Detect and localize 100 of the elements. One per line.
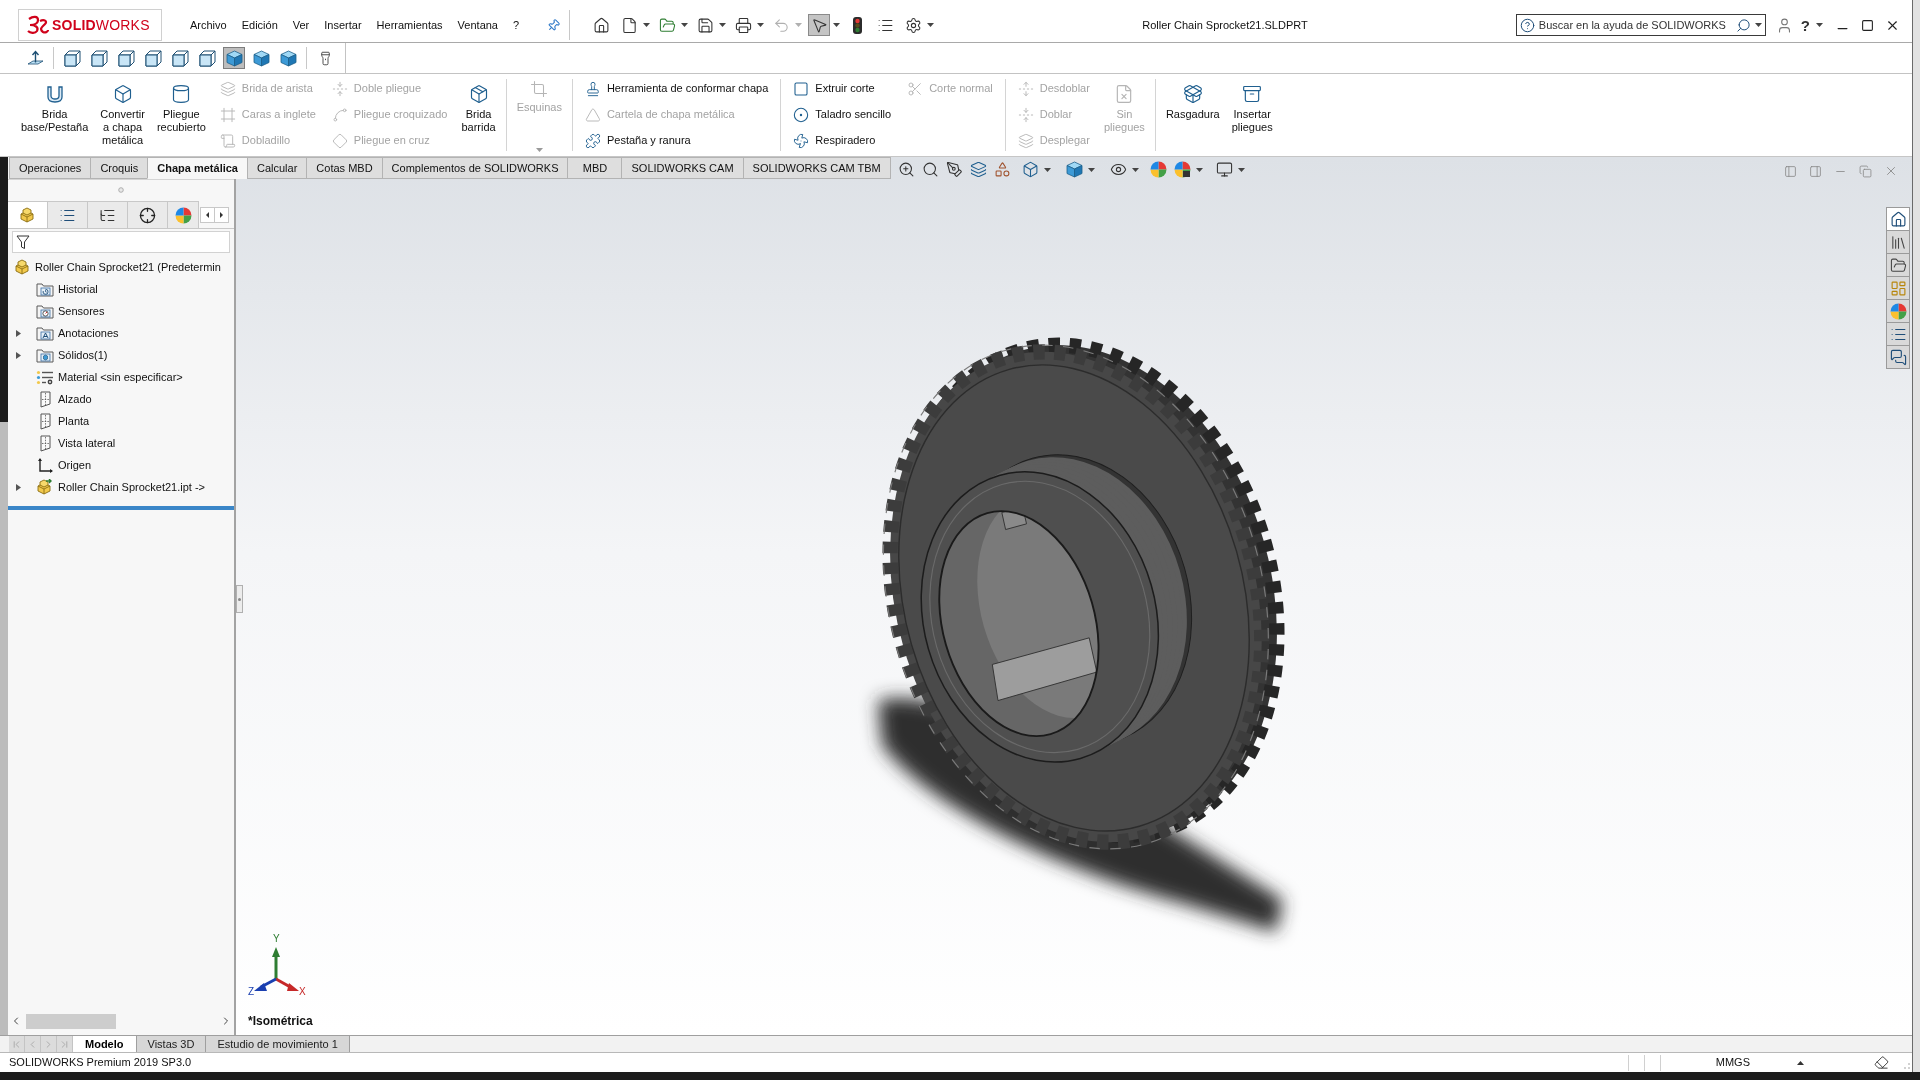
filter-icon[interactable]	[16, 234, 30, 250]
ribbon-button[interactable]: Respiradero	[793, 130, 892, 151]
sensor-folder-icon[interactable]	[35, 303, 54, 319]
resize-grip-icon[interactable]	[1903, 1062, 1910, 1069]
tree-item[interactable]: Sensores	[58, 302, 105, 320]
eraser-icon[interactable]	[1874, 1055, 1889, 1070]
printer-icon[interactable]	[734, 16, 752, 34]
command-tab[interactable]: MBD	[567, 157, 623, 179]
command-tab[interactable]: SOLIDWORKS CAM	[621, 157, 744, 179]
scene-ball-icon[interactable]	[1174, 161, 1191, 178]
ribbon-button[interactable]: Brida base/Pestaña	[15, 74, 95, 156]
ribbon-button[interactable]: Convertir a chapa metálica	[94, 74, 151, 156]
command-tab[interactable]: Chapa metálica	[147, 157, 248, 179]
ribbon-button[interactable]: Brida barrida	[455, 74, 502, 156]
menu-item[interactable]: Insertar	[324, 16, 362, 34]
package-icon[interactable]	[468, 84, 489, 104]
fan-icon[interactable]	[793, 132, 810, 149]
history-folder-icon[interactable]	[35, 281, 54, 297]
monitor-icon[interactable]	[1216, 161, 1233, 178]
ribbon-button[interactable]: Extruir corte	[793, 78, 892, 99]
traffic-light-icon[interactable]	[852, 16, 862, 34]
caret-right-icon[interactable]	[220, 212, 223, 218]
archive-box-icon[interactable]	[1242, 84, 1263, 104]
box-icon[interactable]	[1022, 161, 1039, 178]
caret-icon[interactable]	[643, 23, 651, 27]
tree-item[interactable]: Vista lateral	[58, 434, 116, 452]
menu-item[interactable]: ?	[513, 16, 520, 34]
magnifier-icon[interactable]	[922, 161, 939, 178]
caret-icon[interactable]	[1754, 23, 1762, 27]
panel-collapse-handle[interactable]	[236, 585, 243, 613]
expand-arrow-icon[interactable]	[16, 329, 22, 337]
caret-icon[interactable]	[757, 23, 765, 27]
tree-item[interactable]: Sólidos(1)	[58, 346, 108, 364]
caret-icon[interactable]	[1238, 167, 1245, 172]
help-button[interactable]: ?	[1800, 17, 1810, 33]
linked-part-icon[interactable]	[35, 479, 54, 495]
caret-icon[interactable]	[927, 23, 935, 27]
open-box-icon[interactable]	[1182, 84, 1203, 104]
caret-left-icon[interactable]	[206, 212, 209, 218]
menu-item[interactable]: Ver	[292, 16, 310, 34]
save-icon[interactable]	[696, 16, 714, 34]
shaded-cube-icon[interactable]	[1066, 161, 1083, 178]
command-tab[interactable]: Operaciones	[9, 157, 92, 179]
menu-item[interactable]: Edición	[241, 16, 278, 34]
panel-tab[interactable]	[48, 201, 88, 228]
maximize-icon[interactable]	[1861, 18, 1874, 32]
ribbon-button[interactable]: Rasgadura	[1159, 74, 1226, 156]
tree-item[interactable]: Planta	[58, 412, 90, 430]
command-tab[interactable]: Croquis	[90, 157, 149, 179]
menu-item[interactable]: Ventana	[457, 16, 498, 34]
eye-icon[interactable]	[1110, 161, 1127, 178]
box-icon[interactable]	[112, 84, 133, 104]
command-tab[interactable]: SOLIDWORKS CAM TBM	[742, 157, 891, 179]
units-button[interactable]: MMGS	[1715, 1054, 1750, 1071]
settings-icon[interactable]	[904, 16, 922, 34]
grip-dot-icon[interactable]	[238, 597, 241, 601]
puzzle-icon[interactable]	[584, 132, 601, 149]
stamp-icon[interactable]	[584, 80, 601, 97]
scrollbar-thumb[interactable]	[26, 1013, 116, 1029]
ribbon-button[interactable]: Pliegue recubierto	[150, 74, 212, 156]
folder-open-icon[interactable]	[658, 16, 676, 34]
color-wheel-icon[interactable]	[174, 206, 192, 224]
u-bracket-icon[interactable]	[44, 84, 65, 104]
model-tab[interactable]: Estudio de movimiento 1	[206, 1036, 350, 1052]
splitter-grip-icon[interactable]	[118, 187, 124, 193]
tree-item[interactable]: Origen	[58, 456, 92, 474]
tree-item[interactable]: Roller Chain Sprocket21 (Predetermin	[35, 258, 221, 276]
ribbon-button[interactable]: Taladro sencillo	[793, 104, 892, 125]
command-tab[interactable]: Complementos de SOLIDWORKS	[381, 157, 569, 179]
origin-icon[interactable]	[36, 456, 53, 474]
shapes-icon[interactable]	[994, 161, 1011, 178]
menu-item[interactable]: Herramientas	[376, 16, 443, 34]
layers-icon[interactable]	[970, 161, 987, 178]
caret-icon[interactable]	[719, 23, 727, 27]
caret-icon[interactable]	[1196, 167, 1203, 172]
cylinder-icon[interactable]	[171, 84, 192, 104]
tree-item[interactable]: Historial	[58, 280, 98, 298]
scroll-right-button[interactable]	[214, 207, 229, 223]
color-ball-icon[interactable]	[1150, 161, 1167, 178]
zoom-in-icon[interactable]	[898, 161, 915, 178]
tile-right-icon[interactable]	[1809, 164, 1822, 178]
ribbon-button[interactable]: Herramienta de conformar chapa	[584, 78, 769, 99]
caret-icon[interactable]	[1132, 167, 1139, 172]
pen-icon[interactable]	[946, 161, 963, 178]
panel-tab[interactable]	[128, 201, 168, 228]
ribbon-button[interactable]: Insertar pliegues	[1225, 74, 1279, 156]
menu-item[interactable]: Archivo	[190, 16, 227, 34]
command-tab[interactable]: Calcular	[247, 157, 308, 179]
tile-left-icon[interactable]	[1784, 164, 1797, 178]
expand-arrow-icon[interactable]	[16, 351, 22, 359]
caret-icon[interactable]	[1816, 23, 1823, 27]
tree-item[interactable]: Anotaciones	[58, 324, 119, 342]
cursor-icon[interactable]	[810, 16, 828, 34]
filter-field[interactable]	[12, 231, 230, 253]
expand-arrow-icon[interactable]	[16, 483, 22, 491]
tree-item[interactable]: Alzado	[58, 390, 92, 408]
model-tab[interactable]: Vistas 3D	[136, 1036, 207, 1052]
toolbar-button[interactable]	[808, 14, 841, 36]
tree-item[interactable]: Material <sin especificar>	[58, 368, 183, 386]
annotation-folder-icon[interactable]	[35, 325, 54, 341]
